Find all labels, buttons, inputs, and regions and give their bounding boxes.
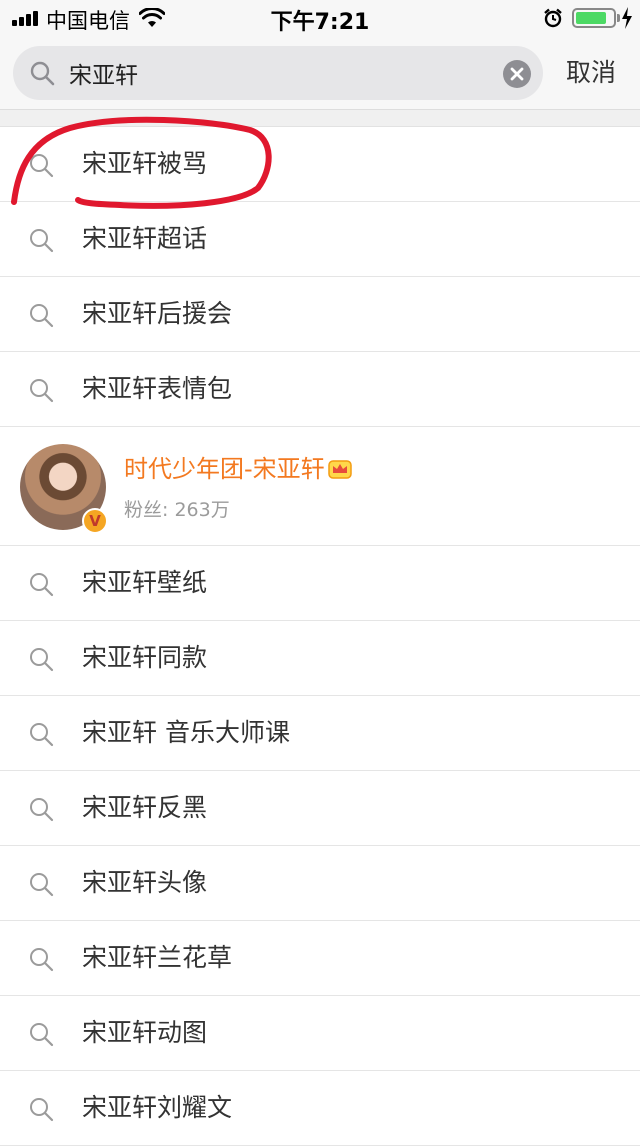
search-icon (30, 229, 54, 253)
suggestion-label: 宋亚轩反黑 (82, 793, 208, 822)
suggestion-item[interactable]: 宋亚轩同款 (0, 621, 640, 696)
suggestion-label: 宋亚轩 音乐大师课 (82, 718, 290, 747)
suggestion-label: 宋亚轩表情包 (82, 374, 233, 403)
suggestion-label: 宋亚轩兰花草 (82, 943, 233, 972)
user-result-row[interactable]: V 时代少年团-宋亚轩 粉丝: 263万 (0, 427, 640, 546)
battery-icon (572, 8, 616, 28)
suggestion-item[interactable]: 宋亚轩反黑 (0, 771, 640, 846)
suggestion-item[interactable]: 宋亚轩壁纸 (0, 546, 640, 621)
section-divider (0, 110, 640, 127)
user-name-text: 时代少年团-宋亚轩 (124, 455, 325, 483)
suggestion-list: 宋亚轩被骂宋亚轩超话宋亚轩后援会 宋亚轩表情包 V 时代少年团-宋亚轩 粉丝: 2… (0, 127, 640, 1146)
suggestion-item[interactable]: 宋亚轩后援会 (0, 277, 640, 352)
battery-tip (617, 14, 620, 22)
suggestion-label: 宋亚轩同款 (82, 643, 208, 672)
search-icon (30, 379, 54, 403)
clear-search-button[interactable] (503, 60, 531, 88)
search-icon (30, 154, 54, 178)
suggestion-label: 宋亚轩后援会 (82, 299, 233, 328)
suggestion-label: 宋亚轩超话 (82, 224, 208, 253)
search-icon (30, 723, 54, 747)
search-bar: 取消 (0, 36, 640, 110)
alarm-clock-icon (544, 8, 562, 28)
search-icon (30, 1098, 54, 1122)
suggestion-item[interactable]: 宋亚轩头像 (0, 846, 640, 921)
user-fans-count: 粉丝: 263万 (124, 499, 230, 521)
verified-badge: V (82, 508, 108, 534)
suggestion-label: 宋亚轩刘耀文 (82, 1093, 233, 1122)
search-icon (30, 873, 54, 897)
cancel-button[interactable]: 取消 (566, 53, 616, 89)
search-icon (30, 61, 55, 86)
search-icon (30, 1023, 54, 1047)
suggestion-item[interactable]: 宋亚轩超话 (0, 202, 640, 277)
search-icon (30, 948, 54, 972)
user-name: 时代少年团-宋亚轩 (124, 449, 353, 484)
suggestion-label: 宋亚轩壁纸 (82, 568, 208, 597)
search-box[interactable] (13, 46, 543, 100)
charging-bolt-icon (622, 7, 632, 29)
search-icon (30, 304, 54, 328)
suggestion-item[interactable]: 宋亚轩兰花草 (0, 921, 640, 996)
suggestion-label: 宋亚轩被骂 (82, 149, 208, 178)
status-bar: 中国电信 下午7:21 (0, 0, 640, 36)
search-icon (30, 798, 54, 822)
suggestion-item[interactable]: 宋亚轩被骂 (0, 127, 640, 202)
search-icon (30, 573, 54, 597)
battery-level (576, 12, 606, 24)
crown-icon (327, 460, 352, 479)
suggestion-item[interactable]: 宋亚轩刘耀文 (0, 1071, 640, 1146)
search-input[interactable] (69, 46, 499, 100)
clear-icon (510, 67, 524, 81)
suggestion-item[interactable]: 宋亚轩动图 (0, 996, 640, 1071)
suggestion-item[interactable]: 宋亚轩 音乐大师课 (0, 696, 640, 771)
search-icon (30, 648, 54, 672)
suggestion-item[interactable]: 宋亚轩表情包 (0, 352, 640, 427)
suggestion-label: 宋亚轩头像 (82, 868, 208, 897)
suggestion-label: 宋亚轩动图 (82, 1018, 208, 1047)
